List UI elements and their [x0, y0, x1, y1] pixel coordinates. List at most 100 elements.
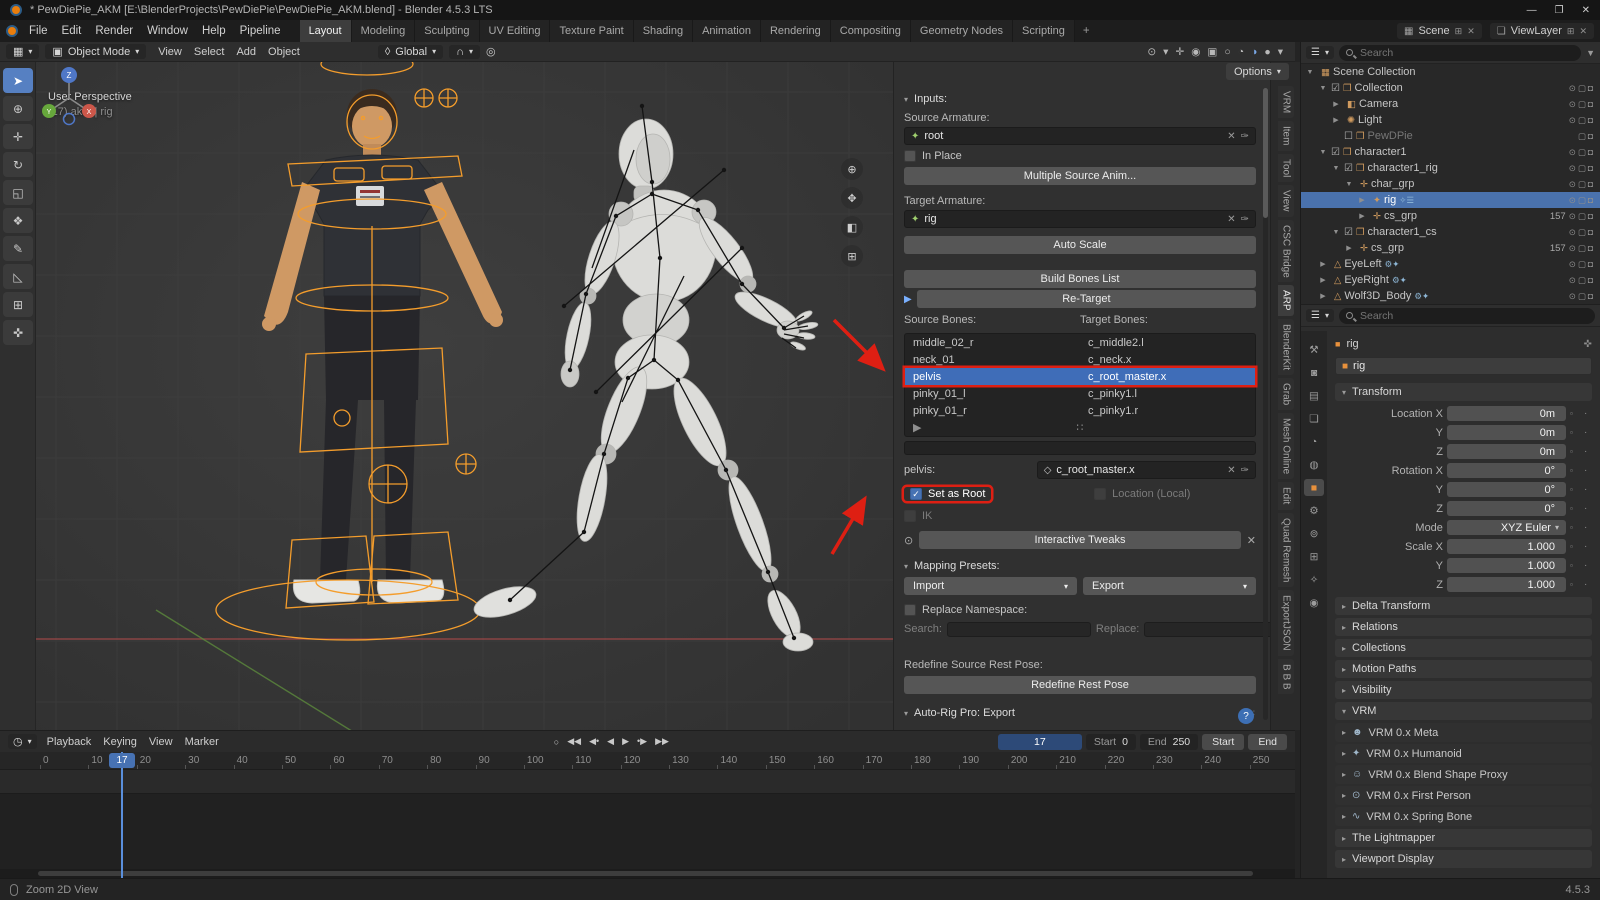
menu-item[interactable]: Window: [140, 23, 195, 39]
toggle-xray-icon[interactable]: ▣: [1207, 46, 1217, 58]
side-tab[interactable]: ExportJSON: [1278, 590, 1294, 656]
timeline-editor-selector[interactable]: ◷ ▾: [8, 734, 37, 749]
menu-item[interactable]: File: [22, 23, 55, 39]
outliner-row[interactable]: ▶◧Camera⊙▢◘: [1301, 96, 1600, 112]
view-layer-selector[interactable]: ❏ ViewLayer ⊞ ✕: [1490, 23, 1594, 39]
animate-dot-icon[interactable]: ·: [1584, 427, 1592, 438]
rotate-tool[interactable]: ↻: [3, 152, 33, 177]
outliner-row[interactable]: ▶△EyeRight⚙✦⊙▢◘: [1301, 272, 1600, 288]
workspace-tab[interactable]: Rendering: [761, 20, 831, 42]
lock-icon[interactable]: ▫: [1570, 542, 1580, 551]
transform-tool[interactable]: ❖: [3, 208, 33, 233]
expand-arrow-icon[interactable]: ▼: [1344, 181, 1354, 188]
viewport-menu-item[interactable]: Add: [230, 45, 262, 59]
shading-wireframe-icon[interactable]: ○: [1224, 46, 1230, 58]
new-view-layer-button[interactable]: ⊞: [1567, 26, 1575, 37]
vrm-subpanel[interactable]: ▸✦VRM 0.x Humanoid: [1335, 744, 1592, 763]
visibility-dropdown-icon[interactable]: ▾: [1163, 46, 1168, 58]
transform-orientation-selector[interactable]: ◊ Global ▾: [378, 45, 443, 59]
clear-icon[interactable]: ✕: [1227, 131, 1235, 142]
value-field[interactable]: 0°: [1447, 501, 1566, 516]
annotate-tool[interactable]: ✎: [3, 236, 33, 261]
workspace-tab[interactable]: UV Editing: [480, 20, 551, 42]
animate-dot-icon[interactable]: ·: [1584, 465, 1592, 476]
value-field[interactable]: 0m: [1447, 444, 1566, 459]
animate-dot-icon[interactable]: ·: [1584, 522, 1592, 533]
properties-tab-object-data[interactable]: ✧: [1304, 571, 1324, 588]
playhead-frame-label[interactable]: 17: [109, 753, 135, 768]
visibility-toggle-icons[interactable]: ⊙▢◘: [1569, 195, 1595, 206]
animate-dot-icon[interactable]: ·: [1584, 579, 1592, 590]
scale-tool[interactable]: ◱: [3, 180, 33, 205]
outliner-editor-selector[interactable]: ☰ ▾: [1306, 46, 1334, 59]
workspace-tab[interactable]: Animation: [693, 20, 761, 42]
expand-arrow-icon[interactable]: ▼: [1331, 165, 1341, 172]
checkbox[interactable]: [904, 604, 916, 616]
retarget-button[interactable]: Re-Target: [917, 290, 1256, 308]
clear-icon[interactable]: ✕: [1227, 465, 1235, 476]
collection-checkbox[interactable]: ☑: [1331, 83, 1340, 94]
eyedropper-icon[interactable]: ✑: [1241, 465, 1249, 476]
animate-dot-icon[interactable]: ·: [1584, 560, 1592, 571]
properties-tab-tool[interactable]: ⚒: [1304, 341, 1324, 358]
properties-tab-physics[interactable]: ⊚: [1304, 525, 1324, 542]
expand-arrow-icon[interactable]: ▶: [1331, 100, 1341, 108]
mode-selector[interactable]: ▣ Object Mode ▾: [45, 44, 146, 59]
value-field[interactable]: 0°: [1447, 463, 1566, 478]
bone-mapping-row[interactable]: pelvisc_root_master.x: [905, 368, 1255, 385]
lock-icon[interactable]: ▫: [1570, 428, 1580, 437]
show-overlays-icon[interactable]: ◉: [1191, 46, 1200, 58]
filter-icon[interactable]: ▼: [1586, 48, 1595, 58]
workspace-tab[interactable]: Layout: [300, 20, 352, 42]
frame-end-field[interactable]: End 250: [1140, 734, 1198, 750]
eyedropper-icon[interactable]: ✑: [1241, 131, 1249, 142]
properties-tab-modifiers[interactable]: ⚙: [1304, 502, 1324, 519]
timeline-menu-item[interactable]: Keying: [97, 735, 143, 749]
visibility-toggle-icons[interactable]: ⊙▢◘: [1569, 115, 1595, 126]
lock-icon[interactable]: ▫: [1570, 561, 1580, 570]
expand-arrow-icon[interactable]: ▼: [1318, 149, 1328, 156]
expand-arrow-icon[interactable]: ▶: [1344, 244, 1354, 252]
vrm-subpanel[interactable]: ▸⊙VRM 0.x First Person: [1335, 786, 1592, 805]
expand-arrow-icon[interactable]: ▶: [1357, 212, 1367, 220]
properties-tab-world[interactable]: ◍: [1304, 456, 1324, 473]
move-tool[interactable]: ✛: [3, 124, 33, 149]
frame-start-field[interactable]: Start 0: [1086, 734, 1136, 750]
collection-checkbox[interactable]: ☑: [1344, 227, 1353, 238]
minimize-button[interactable]: —: [1527, 5, 1537, 16]
auto-scale-button[interactable]: Auto Scale: [904, 236, 1256, 254]
lock-icon[interactable]: ▫: [1570, 409, 1580, 418]
remove-view-layer-button[interactable]: ✕: [1579, 26, 1587, 37]
lock-icon[interactable]: ▫: [1570, 580, 1580, 589]
visibility-toggle-icons[interactable]: ⊙▢◘: [1569, 163, 1595, 174]
jump-to-start-button[interactable]: ◀◀: [567, 736, 581, 747]
properties-editor-selector[interactable]: ☰ ▾: [1306, 309, 1334, 322]
properties-tab-render[interactable]: ◙: [1304, 364, 1324, 381]
proportional-editing-icon[interactable]: ◎: [486, 45, 496, 58]
visibility-toggle-icons[interactable]: ⊙▢◘: [1569, 211, 1595, 222]
side-tab[interactable]: VRM: [1278, 86, 1294, 118]
export-preset-button[interactable]: Export ▾: [1083, 577, 1256, 595]
visibility-toggle-icons[interactable]: ⊙▢◘: [1569, 243, 1595, 254]
close-icon[interactable]: ✕: [1247, 534, 1256, 547]
lock-icon[interactable]: ▫: [1570, 466, 1580, 475]
set-start-button[interactable]: Start: [1202, 734, 1244, 750]
timeline-body[interactable]: [0, 770, 1295, 878]
collection-checkbox[interactable]: ☑: [1331, 147, 1340, 158]
side-tab[interactable]: Edit: [1278, 482, 1294, 509]
bone-mapping-row[interactable]: middle_02_rc_middle2.l: [905, 334, 1255, 351]
viewport-menu-item[interactable]: View: [152, 45, 188, 59]
side-tab[interactable]: Tool: [1278, 154, 1294, 182]
shading-rendered-icon[interactable]: ●: [1264, 46, 1270, 58]
interaction-tool[interactable]: ✜: [3, 320, 33, 345]
next-keyframe-button[interactable]: •▶: [637, 736, 647, 747]
expand-arrow-icon[interactable]: ▶: [1331, 116, 1341, 124]
outliner-row[interactable]: ▶✛cs_grp157⊙▢◘: [1301, 240, 1600, 256]
replace-namespace-checkbox[interactable]: Replace Namespace:: [904, 603, 1256, 617]
location-local-checkbox[interactable]: Location (Local): [1094, 487, 1256, 501]
zoom-icon[interactable]: ⊕: [841, 158, 863, 180]
jump-to-end-button[interactable]: ▶▶: [655, 736, 669, 747]
outliner-row[interactable]: ▶△EyeLeft⚙✦⊙▢◘: [1301, 256, 1600, 272]
visibility-toggle-icons[interactable]: ⊙▢◘: [1569, 291, 1595, 302]
viewport-3d[interactable]: User Perspective (17) akm | rig Z Y X ⊕✥…: [36, 62, 893, 730]
